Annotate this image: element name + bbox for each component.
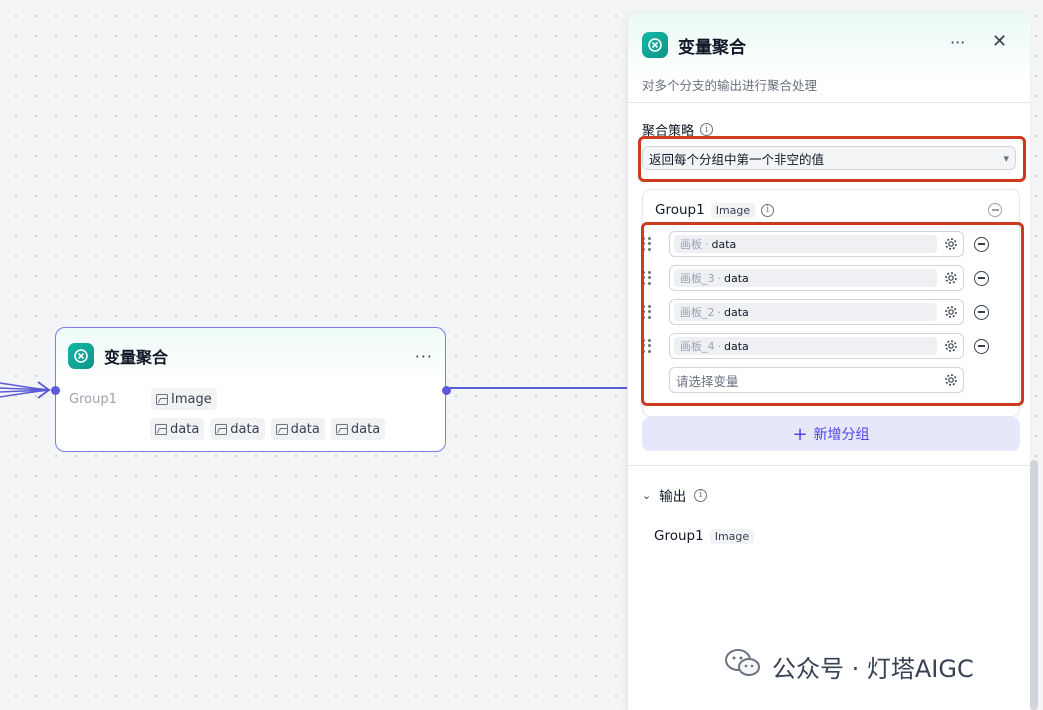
node-group-row: Group1 Image (69, 388, 223, 410)
image-icon (155, 423, 167, 435)
info-icon[interactable]: i (700, 123, 714, 136)
gear-icon[interactable] (943, 372, 959, 388)
node-header: 变量聚合 ··· (68, 342, 433, 370)
panel-description: 对多个分支的输出进行聚合处理 (642, 78, 818, 93)
gear-icon[interactable] (943, 304, 959, 320)
add-group-button[interactable]: + 新增分组 (642, 417, 1020, 451)
divider (628, 465, 1030, 466)
wechat-icon (724, 648, 762, 684)
image-icon (215, 423, 228, 435)
node-output-type: Image (171, 391, 212, 407)
remove-variable-icon[interactable] (974, 304, 989, 320)
variable-row: 画板_4 · data (642, 333, 998, 359)
remove-group-icon[interactable] (988, 203, 1002, 217)
node-input-port[interactable] (51, 386, 60, 395)
variable-separator: · (705, 237, 709, 251)
node-output-type-chip: Image (151, 388, 217, 410)
node-inputs-row: data data data data (150, 418, 391, 440)
output-type-tag: Image (709, 528, 755, 544)
output-name: Group1 (654, 528, 704, 544)
node-settings-panel: 变量聚合 ··· ✕ 对多个分支的输出进行聚合处理 聚合策略 i 返回每个分组中… (627, 13, 1030, 710)
node-input-chip: data (150, 418, 205, 440)
gear-icon[interactable] (943, 236, 959, 252)
node-more-icon[interactable]: ··· (415, 347, 433, 366)
gear-icon[interactable] (943, 338, 959, 354)
variable-source: 画板_4 (680, 340, 715, 353)
node-input-label: data (230, 421, 260, 437)
node-input-chip: data (270, 418, 325, 440)
drag-handle-icon[interactable] (642, 271, 652, 285)
remove-variable-icon[interactable] (974, 338, 989, 354)
info-icon[interactable]: i (694, 488, 708, 502)
node-input-chip: data (330, 418, 386, 440)
strategy-label: 聚合策略 i (642, 120, 714, 139)
output-item: Group1 Image (654, 528, 755, 544)
panel-title: 变量聚合 (678, 38, 746, 58)
group-type-tag: Image (710, 202, 756, 218)
watermark: 公众号 · 灯塔AIGC (724, 648, 974, 684)
add-group-label: 新增分组 (813, 427, 870, 443)
variable-pill: 画板_4 · data (674, 337, 937, 355)
more-options-icon[interactable]: ··· (950, 33, 965, 52)
strategy-select-value: 返回每个分组中第一个非空的值 (649, 151, 825, 167)
node-input-label: data (170, 421, 200, 437)
variable-source: 画板 (680, 238, 702, 251)
variable-pill: 画板 · data (674, 235, 937, 253)
variable-name: data (724, 339, 749, 353)
drag-handle-icon[interactable] (642, 237, 652, 251)
variable-row-empty: 请选择变量 (642, 367, 998, 393)
chevron-down-icon: ⌄ (642, 488, 652, 502)
aggregator-icon (68, 343, 94, 369)
chevron-down-icon: ▾ (1003, 151, 1009, 165)
variable-selector[interactable]: 画板 · data (669, 231, 964, 257)
panel-header: 变量聚合 ··· ✕ 对多个分支的输出进行聚合处理 (628, 13, 1030, 103)
gear-icon[interactable] (943, 270, 959, 286)
variable-source: 画板_2 (680, 306, 715, 319)
variable-name: data (711, 237, 737, 251)
drag-handle-icon[interactable] (642, 305, 652, 319)
info-icon[interactable]: i (761, 203, 775, 217)
strategy-select[interactable]: 返回每个分组中第一个非空的值 ▾ (642, 146, 1016, 170)
variable-aggregator-node[interactable]: 变量聚合 ··· Group1 Image data data data dat… (55, 327, 446, 452)
variable-row: 画板_2 · data (642, 299, 998, 325)
variable-placeholder: 请选择变量 (676, 373, 739, 389)
variable-pill: 画板_3 · data (674, 269, 937, 287)
variable-selector[interactable]: 画板_3 · data (669, 265, 964, 291)
variable-separator: · (717, 271, 722, 285)
output-label: 输出 (659, 489, 687, 505)
output-section-toggle[interactable]: ⌄ 输出 i (642, 485, 708, 505)
variable-row: 画板 · data (642, 231, 998, 257)
remove-variable-icon[interactable] (974, 236, 989, 252)
image-icon (335, 423, 348, 435)
group-title: Group1 Image i (655, 202, 775, 218)
variable-separator: · (717, 305, 722, 319)
plus-icon: + (792, 423, 808, 445)
remove-variable-icon[interactable] (974, 270, 989, 286)
node-input-chip: data (210, 418, 265, 440)
drag-handle-icon[interactable] (642, 339, 652, 353)
close-icon[interactable]: ✕ (992, 31, 1007, 52)
group-name: Group1 (655, 202, 705, 218)
node-input-label: data (350, 421, 381, 437)
watermark-text: 公众号 · 灯塔AIGC (772, 654, 974, 683)
variable-select-input[interactable]: 请选择变量 (669, 367, 964, 393)
variable-row: 画板_3 · data (642, 265, 998, 291)
node-group-label: Group1 (69, 391, 117, 407)
node-input-label: data (290, 421, 320, 437)
variable-selector[interactable]: 画板_4 · data (669, 333, 964, 359)
variable-name: data (724, 305, 749, 319)
node-title: 变量聚合 (104, 348, 169, 367)
image-icon (275, 423, 288, 435)
node-output-port[interactable] (442, 386, 451, 395)
aggregator-icon (642, 32, 668, 58)
strategy-label-text: 聚合策略 (642, 124, 695, 139)
variable-separator: · (717, 339, 722, 353)
image-icon (156, 393, 168, 405)
variable-name: data (724, 271, 749, 285)
panel-scrollbar[interactable] (1030, 460, 1038, 710)
variable-source: 画板_3 (680, 272, 715, 285)
variable-selector[interactable]: 画板_2 · data (669, 299, 964, 325)
variable-pill: 画板_2 · data (674, 303, 937, 321)
